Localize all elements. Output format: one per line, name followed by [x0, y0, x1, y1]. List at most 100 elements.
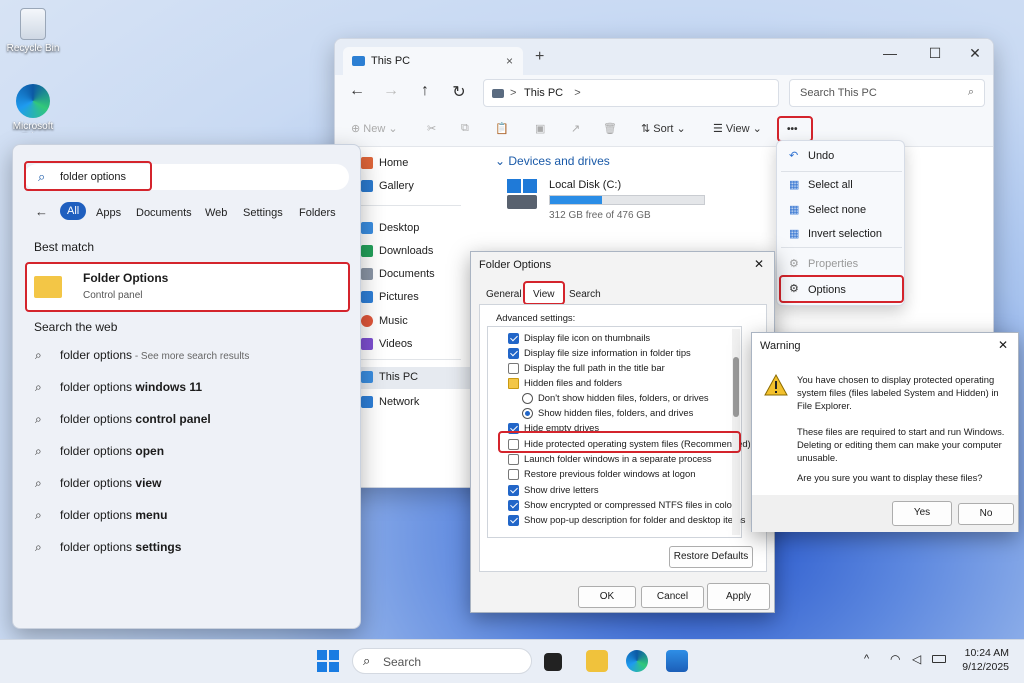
web-result-item[interactable]: ⌕ folder options settings — [33, 536, 343, 560]
restore-defaults-button[interactable]: Restore Defaults — [669, 546, 753, 568]
filter-folders[interactable]: Folders — [299, 207, 336, 219]
chevron-up-icon[interactable]: ^ — [864, 653, 869, 665]
delete-icon[interactable]: 🗑 — [603, 122, 617, 135]
checkbox[interactable] — [508, 515, 519, 526]
clock[interactable]: 10:24 AM 9/12/2025 — [957, 647, 1009, 673]
menu-item-undo[interactable]: ↶ Undo — [781, 144, 902, 168]
sidebar-item-videos[interactable]: Videos — [361, 334, 469, 356]
search-query[interactable]: folder options — [60, 171, 126, 183]
tab-search[interactable]: Search — [569, 289, 601, 300]
breadcrumb[interactable]: This PC — [524, 87, 563, 99]
web-result-item[interactable]: ⌕ folder options windows 11 — [33, 376, 343, 400]
start-search-box[interactable]: ⌕ folder options — [24, 161, 349, 191]
dialog-close-icon[interactable]: ✕ — [754, 257, 764, 271]
scrollbar-thumb[interactable] — [733, 357, 739, 417]
menu-label: Undo — [808, 150, 835, 162]
taskbar-search[interactable]: ⌕ Search — [352, 648, 532, 674]
sidebar-item-music[interactable]: Music — [361, 311, 469, 333]
tab-this-pc[interactable]: This PC × — [343, 47, 523, 75]
sidebar-item-this-pc[interactable]: This PC — [361, 367, 471, 389]
menu-item-invert-selection[interactable]: ▦ Invert selection — [781, 222, 902, 246]
drive-c[interactable]: Local Disk (C:) 312 GB free of 476 GB — [507, 179, 707, 227]
web-result-item[interactable]: ⌕ folder options control panel — [33, 408, 343, 432]
checkbox[interactable] — [508, 363, 519, 374]
cut-icon[interactable]: ✂ — [427, 122, 436, 135]
option-label: Don't show hidden files, folders, or dri… — [538, 392, 709, 403]
recycle-bin-icon[interactable]: Recycle Bin — [2, 8, 64, 54]
task-view-icon[interactable] — [544, 653, 562, 671]
filter-web[interactable]: Web — [205, 207, 227, 219]
menu-item-select-all[interactable]: ▦ Select all — [781, 173, 902, 197]
filter-apps[interactable]: Apps — [96, 207, 121, 219]
checkbox[interactable] — [508, 485, 519, 496]
up-button[interactable]: ↑ — [413, 82, 437, 100]
apply-button[interactable]: Apply — [707, 583, 770, 610]
ok-button[interactable]: OK — [578, 586, 636, 608]
sidebar-item-downloads[interactable]: Downloads — [361, 241, 469, 263]
menu-item-select-none[interactable]: ▦ Select none — [781, 198, 902, 222]
view-button[interactable]: ☰ View ⌄ — [713, 122, 762, 135]
wifi-icon[interactable]: ◠ — [890, 652, 900, 666]
breadcrumb-chevron[interactable]: > — [574, 87, 580, 99]
battery-icon[interactable] — [932, 655, 946, 663]
edge-desktop-icon[interactable]: Microsoft Edge — [2, 84, 64, 133]
result-bold-text: open — [135, 444, 165, 458]
forward-button[interactable]: → — [379, 82, 403, 100]
copy-icon[interactable]: ⧉ — [461, 122, 469, 135]
menu-item-options[interactable]: ⚙ Options — [779, 275, 904, 303]
web-result-item[interactable]: ⌕ folder options menu — [33, 504, 343, 528]
checkbox[interactable] — [508, 348, 519, 359]
checkbox[interactable] — [508, 333, 519, 344]
volume-icon[interactable]: ◁ — [912, 652, 921, 666]
edge-taskbar-icon[interactable] — [626, 650, 648, 672]
more-options-button[interactable]: ••• — [777, 116, 813, 142]
tab-close-icon[interactable]: × — [506, 54, 513, 68]
rename-icon[interactable]: ▣ — [535, 122, 545, 135]
drive-name: Local Disk (C:) — [549, 179, 622, 191]
new-button[interactable]: ⊕ New ⌄ — [351, 122, 398, 135]
search-input[interactable]: Search This PC ⌕ — [789, 79, 985, 107]
maximize-button[interactable]: ☐ — [920, 45, 950, 62]
new-tab-button[interactable]: + — [535, 48, 544, 66]
sidebar-item-documents[interactable]: Documents — [361, 264, 469, 286]
tab-view[interactable]: View — [523, 281, 565, 305]
filter-settings[interactable]: Settings — [243, 207, 283, 219]
section-header[interactable]: ⌄ Devices and drives — [495, 154, 610, 168]
filter-all[interactable]: All — [60, 202, 87, 220]
checkbox[interactable] — [508, 454, 519, 465]
menu-item-properties[interactable]: ⚙ Properties — [781, 252, 902, 276]
checkbox[interactable] — [508, 500, 519, 511]
file-explorer-taskbar-icon[interactable] — [586, 650, 608, 672]
web-result-item[interactable]: ⌕ folder options view — [33, 472, 343, 496]
back-button[interactable]: ← — [345, 82, 369, 100]
sidebar-item-pictures[interactable]: Pictures — [361, 287, 469, 309]
cancel-button[interactable]: Cancel — [641, 586, 704, 608]
store-taskbar-icon[interactable] — [666, 650, 688, 672]
this-pc-icon — [361, 371, 373, 383]
paste-icon[interactable]: 📋 — [495, 122, 509, 135]
share-icon[interactable]: ↗ — [571, 122, 580, 135]
sidebar-item-gallery[interactable]: Gallery — [361, 176, 469, 198]
radio-button[interactable] — [522, 408, 533, 419]
windows-start-icon[interactable] — [317, 650, 339, 672]
edge-image — [16, 84, 50, 118]
filter-documents[interactable]: Documents — [136, 207, 192, 219]
best-match-folder-options[interactable]: Folder Options Control panel — [25, 262, 350, 312]
refresh-button[interactable]: ↻ — [447, 82, 471, 102]
sidebar-item-home[interactable]: Home — [361, 153, 469, 175]
back-arrow-icon[interactable]: ← — [35, 204, 48, 219]
address-bar[interactable]: > This PC > — [483, 79, 779, 107]
checkbox[interactable] — [508, 469, 519, 480]
no-button[interactable]: No — [958, 503, 1014, 525]
sidebar-item-network[interactable]: Network — [361, 392, 469, 414]
warning-close-icon[interactable]: ✕ — [998, 338, 1008, 352]
radio-button[interactable] — [522, 393, 533, 404]
sidebar-item-desktop[interactable]: Desktop — [361, 218, 469, 240]
sort-button[interactable]: ⇅ Sort ⌄ — [641, 122, 686, 135]
web-result-item[interactable]: ⌕ folder options open — [33, 440, 343, 464]
minimize-button[interactable]: — — [875, 45, 905, 61]
close-button[interactable]: ✕ — [960, 45, 990, 62]
tab-general[interactable]: General — [486, 289, 522, 300]
yes-button[interactable]: Yes — [892, 501, 952, 526]
web-result-item[interactable]: ⌕ folder options - See more search result… — [33, 344, 343, 368]
